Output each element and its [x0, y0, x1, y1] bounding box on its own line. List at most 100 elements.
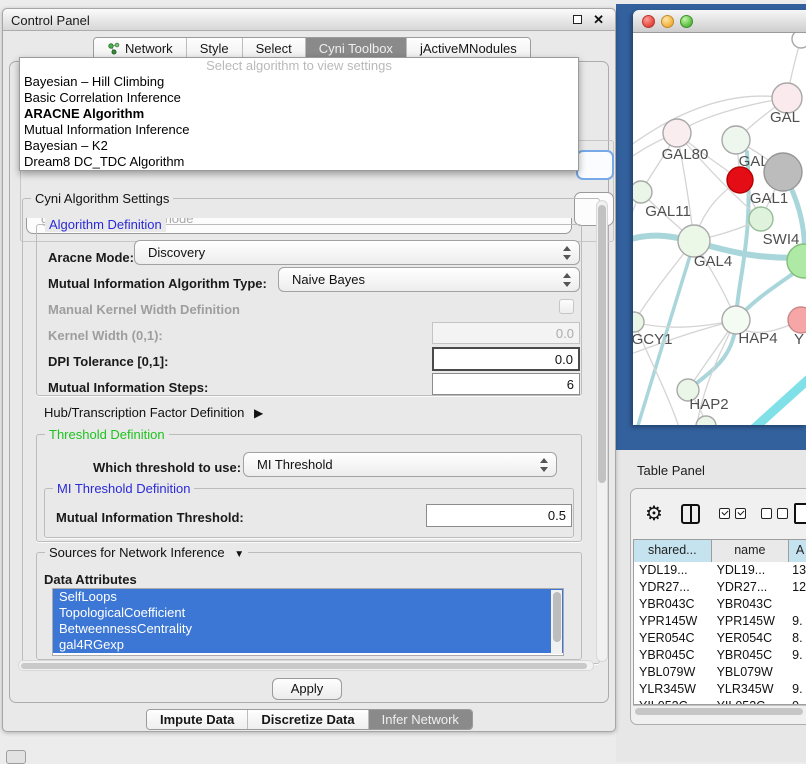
- node-partial-bottom[interactable]: [696, 416, 716, 425]
- column-header-partial[interactable]: A: [789, 540, 806, 562]
- algorithm-dropdown[interactable]: Select algorithm to view settings Bayesi…: [19, 57, 579, 171]
- node-swi4[interactable]: [749, 207, 773, 231]
- close-panel-icon[interactable]: ✕: [593, 12, 604, 28]
- manual-kernel-checkbox[interactable]: [559, 299, 574, 314]
- combo-arrows-icon: [539, 457, 547, 473]
- zoom-traffic-light[interactable]: [680, 15, 693, 28]
- data-attributes-list[interactable]: SelfLoopsTopologicalCoefficientBetweenne…: [52, 588, 564, 656]
- node-gal-pink-label: GAL: [770, 109, 800, 126]
- cyni-settings-legend: Cyni Algorithm Settings: [31, 191, 173, 206]
- node-gal1-red-label: GAL1: [750, 190, 788, 207]
- dropdown-item-basic-correlation-inference[interactable]: Basic Correlation Inference: [20, 90, 578, 106]
- dropdown-item-bayesian-hill-climbing[interactable]: Bayesian – Hill Climbing: [20, 74, 578, 90]
- attributes-list-scrollbar[interactable]: [551, 590, 562, 654]
- dropdown-item-bayesian-k2[interactable]: Bayesian – K2: [20, 138, 578, 154]
- hub-definition-toggle[interactable]: Hub/Transcription Factor Definition ▶: [44, 405, 263, 420]
- table-cell: YER054C: [634, 630, 712, 647]
- mi-threshold-legend: MI Threshold Definition: [53, 481, 194, 496]
- table-cell: YBR045C: [634, 647, 712, 664]
- tab-label: jActiveMNodules: [420, 41, 517, 56]
- mi-steps-field[interactable]: 6: [432, 373, 580, 395]
- dropdown-item-mutual-information-inference[interactable]: Mutual Information Inference: [20, 122, 578, 138]
- network-canvas[interactable]: GALGAL80GAL10GAL1GAL11SWI4GAL4GCY1HAP4YH…: [633, 33, 806, 425]
- sources-legend[interactable]: Sources for Network Inference ▼: [45, 545, 248, 560]
- table-cell: YDR27...: [712, 579, 790, 596]
- tab-label: Cyni Toolbox: [319, 41, 393, 56]
- deselect-all-checkbox-icon[interactable]: [761, 508, 772, 519]
- manual-kernel-label: Manual Kernel Width Definition: [48, 302, 240, 317]
- table-cell: YPR145W: [712, 613, 790, 630]
- node-y-pink[interactable]: [788, 307, 806, 333]
- attribute-item-betweennesscentrality[interactable]: BetweennessCentrality: [53, 621, 563, 637]
- split-columns-icon[interactable]: [681, 504, 700, 524]
- node-gal80[interactable]: [663, 119, 691, 147]
- attribute-item-selfloops[interactable]: SelfLoops: [53, 589, 563, 605]
- table-cell: YDR27...: [634, 579, 712, 596]
- table-row[interactable]: YLR345WYLR345W9.: [634, 681, 806, 698]
- kernel-width-field[interactable]: 0.0: [432, 322, 580, 344]
- combo-arrows-icon: [562, 245, 570, 261]
- column-header-shared-name[interactable]: shared...: [634, 540, 712, 562]
- table-row[interactable]: YIL052CYIL052C9.: [634, 698, 806, 705]
- column-header-name[interactable]: name: [712, 540, 790, 562]
- dropdown-item-dream8-dc-tdc-algorithm[interactable]: Dream8 DC_TDC Algorithm: [20, 154, 578, 170]
- node-gray[interactable]: [764, 153, 802, 191]
- close-traffic-light[interactable]: [642, 15, 655, 28]
- which-threshold-combo[interactable]: MI Threshold: [243, 452, 557, 477]
- table-row[interactable]: YPR145WYPR145W9.: [634, 613, 806, 630]
- table-row[interactable]: YBL079WYBL079W: [634, 664, 806, 681]
- tab-network[interactable]: Network: [94, 38, 187, 59]
- table-row[interactable]: YER054CYER054C8.: [634, 630, 806, 647]
- dropdown-item-aracne-algorithm[interactable]: ARACNE Algorithm: [20, 106, 578, 122]
- control-panel-titlebar[interactable]: Control Panel ✕: [3, 9, 615, 31]
- table-row[interactable]: YDL19...YDL19...13: [634, 562, 806, 579]
- network-edge[interactable]: [634, 320, 736, 327]
- deselect-all-checkbox-icon[interactable]: [777, 508, 788, 519]
- table-panel: Table Panel ⚙ shared... name A YDL19...Y…: [616, 450, 806, 762]
- attribute-item-topologicalcoefficient[interactable]: TopologicalCoefficient: [53, 605, 563, 621]
- tab-cyni-toolbox[interactable]: Cyni Toolbox: [306, 38, 407, 59]
- export-table-icon[interactable]: [794, 503, 806, 524]
- select-all-checkbox-icon[interactable]: [735, 508, 746, 519]
- network-edge[interactable]: [633, 96, 787, 158]
- aracne-mode-combo[interactable]: Discovery: [134, 240, 580, 265]
- settings-horizontal-scrollbar[interactable]: [18, 660, 594, 671]
- select-all-checkbox-icon[interactable]: [719, 508, 730, 519]
- network-edge[interactable]: [750, 376, 806, 425]
- apply-button[interactable]: Apply: [272, 678, 342, 700]
- minimize-traffic-light[interactable]: [661, 15, 674, 28]
- node-gal11[interactable]: [633, 181, 652, 203]
- table-cell: [789, 596, 806, 613]
- tab-style[interactable]: Style: [187, 38, 243, 59]
- table-row[interactable]: YDR27...YDR27...12: [634, 579, 806, 596]
- tab-infer-network[interactable]: Infer Network: [369, 710, 472, 729]
- mi-type-value: Naive Bayes: [292, 272, 365, 287]
- table-row[interactable]: YBR045CYBR045C9.: [634, 647, 806, 664]
- table-row[interactable]: YBR043CYBR043C: [634, 596, 806, 613]
- node-green-bright[interactable]: [787, 244, 806, 278]
- node-table[interactable]: shared... name A YDL19...YDL19...13YDR27…: [633, 539, 806, 705]
- node-gal10[interactable]: [722, 126, 750, 154]
- node-gal11-label: GAL11: [645, 203, 691, 220]
- node-partial-top[interactable]: [792, 33, 806, 48]
- tab-jactivemnodules[interactable]: jActiveMNodules: [407, 38, 530, 59]
- float-panel-icon[interactable]: [573, 15, 582, 24]
- tab-discretize-data[interactable]: Discretize Data: [248, 710, 368, 729]
- tab-select[interactable]: Select: [243, 38, 306, 59]
- dpi-tolerance-field[interactable]: 0.0: [432, 347, 580, 371]
- tab-impute-data[interactable]: Impute Data: [147, 710, 248, 729]
- network-window-titlebar[interactable]: [633, 10, 806, 33]
- node-gcy1[interactable]: [633, 312, 644, 332]
- aracne-mode-value: Discovery: [148, 245, 205, 260]
- attribute-item-gal4rgexp[interactable]: gal4RGexp: [53, 637, 563, 653]
- control-panel-title: Control Panel: [11, 13, 90, 28]
- mi-type-combo[interactable]: Naive Bayes: [278, 267, 580, 292]
- table-horizontal-scrollbar[interactable]: [633, 705, 806, 716]
- mi-threshold-field[interactable]: 0.5: [426, 504, 572, 527]
- network-view-window[interactable]: GALGAL80GAL10GAL1GAL11SWI4GAL4GCY1HAP4YH…: [633, 10, 806, 425]
- hidden-focused-combo-fragment[interactable]: [576, 150, 614, 180]
- table-cell: YIL052C: [712, 698, 790, 705]
- gear-icon[interactable]: ⚙: [645, 502, 663, 526]
- settings-vertical-scrollbar[interactable]: [596, 200, 608, 662]
- network-tab-icon: [107, 42, 120, 55]
